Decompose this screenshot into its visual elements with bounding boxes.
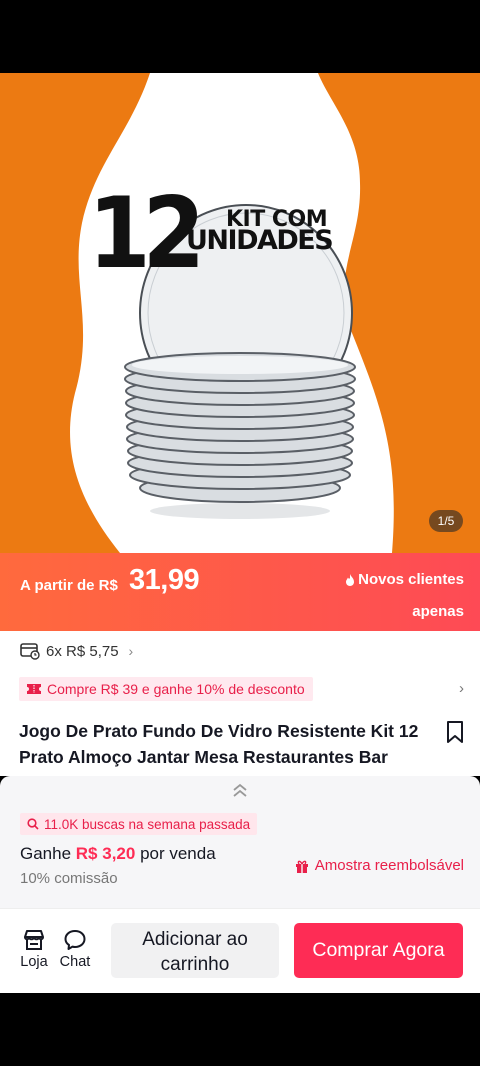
affiliate-panel: 11.0K buscas na semana passada Ganhe R$ … xyxy=(0,776,480,908)
new-customer-promo: Novos clientes xyxy=(345,571,464,588)
chat-icon xyxy=(64,930,86,950)
navigation-bar-area xyxy=(0,993,480,1066)
coupon-text: Compre R$ 39 e ganhe 10% de desconto xyxy=(47,681,305,697)
installments-row[interactable]: 6x R$ 5,75 › xyxy=(20,642,133,660)
cart-label-line2: carrinho xyxy=(160,954,230,975)
price-prefix: A partir de R$ xyxy=(20,577,118,594)
product-image-carousel[interactable]: 12 KIT COM UNIDADES 1/5 xyxy=(0,73,480,553)
earn-prefix: Ganhe xyxy=(20,844,72,863)
price-value: 31,99 xyxy=(129,564,200,596)
bookmark-icon[interactable] xyxy=(444,720,466,744)
product-image xyxy=(70,73,394,553)
search-stats-badge: 11.0K buscas na semana passada xyxy=(20,813,258,835)
commission-rate: 10% comissão xyxy=(20,870,118,887)
chat-label: Chat xyxy=(59,954,91,970)
coupon-icon xyxy=(27,684,41,694)
product-title: Jogo De Prato Fundo De Vidro Resistente … xyxy=(19,721,419,767)
store-icon xyxy=(24,930,44,950)
bottom-action-bar: Loja Chat Adicionar ao carrinho Comprar … xyxy=(0,908,480,993)
card-clock-icon xyxy=(20,643,40,660)
earnings-line: Ganhe R$ 3,20 por venda xyxy=(20,844,216,864)
flame-icon xyxy=(346,573,355,586)
add-to-cart-button[interactable]: Adicionar ao carrinho xyxy=(111,923,279,978)
chevron-right-icon: › xyxy=(128,643,134,659)
hero-units-text: UNIDADES xyxy=(186,225,334,256)
chevron-up-icon[interactable] xyxy=(231,782,249,800)
chat-button[interactable]: Chat xyxy=(55,928,95,970)
sample-text: Amostra reembolsável xyxy=(314,857,464,874)
gift-icon xyxy=(295,860,308,873)
cart-label-line1: Adicionar ao xyxy=(142,929,248,950)
earn-amount: R$ 3,20 xyxy=(75,844,136,863)
installments-text: 6x R$ 5,75 xyxy=(46,642,119,660)
price-banner: A partir de R$ 31,99 Novos clientes apen… xyxy=(0,553,480,631)
promo-line1: Novos clientes xyxy=(358,571,464,588)
coupon-badge: Compre R$ 39 e ganhe 10% de desconto xyxy=(19,677,313,701)
search-icon xyxy=(27,818,39,830)
refundable-sample-link[interactable]: Amostra reembolsável xyxy=(295,857,464,874)
promo-line2: apenas xyxy=(412,603,464,620)
product-info: 6x R$ 5,75 › Compre R$ 39 e ganhe 10% de… xyxy=(0,631,480,776)
hero-number: 12 xyxy=(88,177,205,291)
store-label: Loja xyxy=(20,954,48,970)
store-button[interactable]: Loja xyxy=(14,928,54,970)
coupon-row[interactable]: Compre R$ 39 e ganhe 10% de desconto › xyxy=(0,677,480,703)
image-page-indicator: 1/5 xyxy=(429,510,463,532)
buy-now-button[interactable]: Comprar Agora xyxy=(294,923,463,978)
chevron-right-icon: › xyxy=(459,680,464,697)
status-bar-area xyxy=(0,0,480,73)
earn-suffix: por venda xyxy=(140,844,216,863)
search-stats-text: 11.0K buscas na semana passada xyxy=(44,816,251,832)
